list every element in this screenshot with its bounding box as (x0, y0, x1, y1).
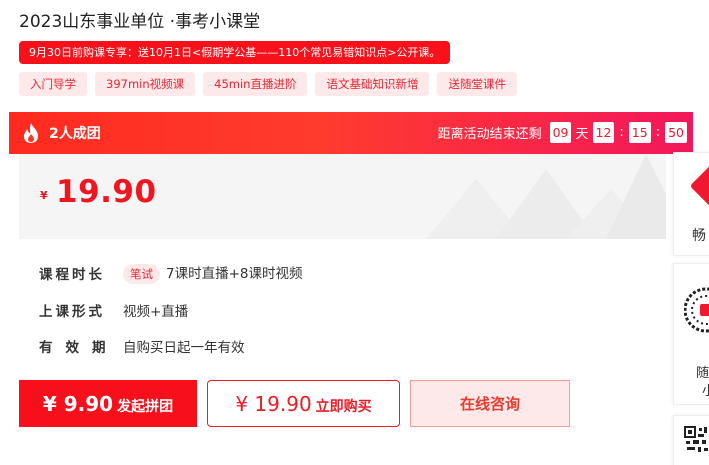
side-card-promo[interactable]: 畅 (673, 152, 709, 256)
price-panel: ¥ 19.90 (19, 154, 666, 239)
day-unit: 天 (575, 127, 589, 142)
group-buy-label: 发起拼团 (117, 398, 174, 415)
side-card-line2: 小 (702, 380, 709, 399)
time-separator: : (619, 125, 624, 140)
promo-banner[interactable]: 9月30日前购课专享：送10月1日<假期学公基——110个常见易错知识点>公开课… (19, 41, 451, 64)
format-value: 视频+直播 (123, 304, 189, 320)
side-card-text: 畅 (692, 228, 706, 244)
countdown-hours: 12 (592, 122, 615, 143)
buy-now-price: ¥ 19.90 (235, 391, 312, 416)
validity-label: 有效期 (39, 340, 119, 356)
flame-icon (24, 123, 38, 143)
online-consult-button[interactable]: 在线咨询 (410, 380, 570, 427)
start-group-buy-button[interactable]: ¥ 9.90 发起拼团 (19, 380, 197, 427)
red-marker-icon (689, 164, 709, 208)
format-label: 上课形式 (39, 304, 105, 320)
group-size-label: 2人成团 (49, 126, 101, 142)
countdown-timer: 距离活动结束还剩 09 天 12 : 15 : 50 (438, 122, 687, 143)
buy-now-label: 立即购买 (315, 398, 372, 415)
time-separator: : (655, 125, 661, 140)
validity-value: 自购买日起一年有效 (123, 340, 245, 356)
duration-value: 7课时直播+8课时视频 (166, 266, 303, 282)
exam-badge: 笔试 (123, 264, 160, 284)
feature-tags: 入门导学 397min视频课 45min直播进阶 语文基础知识新增 送随堂课件 (19, 72, 517, 96)
countdown-seconds: 50 (665, 122, 687, 143)
feature-tag: 45min直播进阶 (203, 72, 308, 96)
countdown-label: 距离活动结束还剩 (437, 127, 542, 142)
countdown-minutes: 15 (628, 122, 651, 143)
countdown-days: 09 (549, 122, 572, 143)
feature-tag: 语文基础知识新增 (315, 72, 430, 96)
duration-label: 课程时长 (39, 267, 105, 283)
price-amount: 19.90 (56, 174, 157, 210)
qr-code-icon (684, 287, 709, 333)
group-buy-price: ¥ 9.90 (42, 391, 114, 416)
side-card-qrcode[interactable]: 随 小 (673, 263, 709, 405)
group-buy-bar: 2人成团 距离活动结束还剩 09 天 12 : 15 : 50 (9, 112, 693, 154)
feature-tag: 送随堂课件 (437, 72, 517, 96)
price-currency: ¥ (40, 189, 48, 202)
triangle-pattern (426, 154, 666, 239)
buy-now-button[interactable]: ¥ 19.90 立即购买 (207, 380, 400, 427)
course-title: 2023山东事业单位 ·事考小课堂 (19, 12, 261, 32)
qr-code-icon (684, 426, 708, 452)
feature-tag: 397min视频课 (95, 72, 196, 96)
feature-tag: 入门导学 (19, 72, 87, 96)
duration-value-group: 笔试 7课时直播+8课时视频 (123, 262, 303, 284)
side-card-line1: 随 (696, 366, 709, 381)
side-card-qrcode-2[interactable] (673, 415, 709, 465)
